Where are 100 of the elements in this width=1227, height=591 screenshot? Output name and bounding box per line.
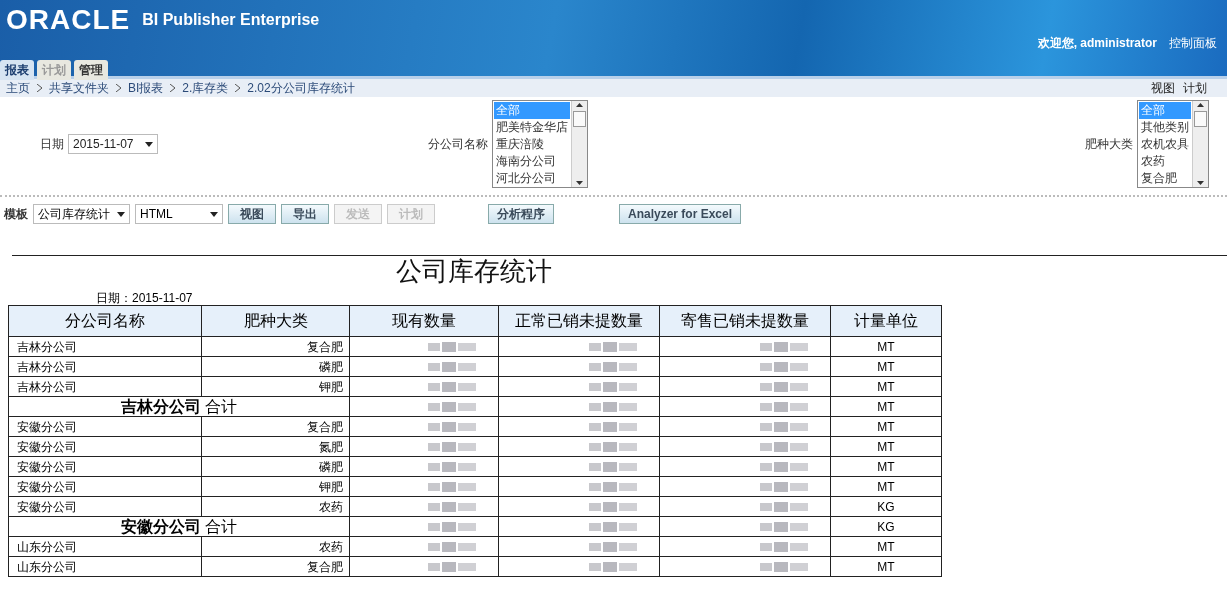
- scroll-down-icon[interactable]: [576, 181, 583, 185]
- table-cell: KG: [830, 496, 942, 517]
- table-cell: 安徽分公司: [8, 416, 202, 437]
- table-cell: 农药: [201, 536, 350, 557]
- chevron-icon: [235, 84, 241, 92]
- redacted-value: [589, 339, 639, 354]
- redacted-value: [428, 459, 478, 474]
- table-cell: 山东分公司: [8, 536, 202, 557]
- table-cell: 复合肥: [201, 416, 350, 437]
- toolbar-button[interactable]: 分析程序: [488, 204, 554, 224]
- scrollbar[interactable]: [1192, 101, 1208, 187]
- list-option[interactable]: 肥美特金华店: [494, 119, 570, 136]
- list-option[interactable]: 复合肥: [1139, 170, 1191, 187]
- chevron-icon: [170, 84, 176, 92]
- redacted-value: [589, 519, 639, 534]
- table-cell: MT: [830, 536, 942, 557]
- toolbar-button[interactable]: 视图: [228, 204, 276, 224]
- column-header: 肥种大类: [201, 305, 350, 337]
- table-cell: MT: [830, 556, 942, 577]
- table-cell: MT: [830, 376, 942, 397]
- table-cell: 复合肥: [201, 336, 350, 357]
- oracle-logo: ORACLE: [6, 6, 131, 34]
- redacted-value: [760, 339, 810, 354]
- redacted-value: [428, 519, 478, 534]
- redacted-value: [428, 499, 478, 514]
- redacted-value: [428, 479, 478, 494]
- table-cell: 山东分公司: [8, 556, 202, 577]
- redacted-value: [760, 439, 810, 454]
- table-cell: MT: [830, 436, 942, 457]
- breadcrumb-link[interactable]: 共享文件夹: [49, 79, 109, 97]
- chevron-icon: [116, 84, 121, 92]
- column-header: 正常已销未提数量: [498, 305, 660, 337]
- scrollbar[interactable]: [571, 101, 587, 187]
- multi-select-list[interactable]: 全部 肥美特金华店 重庆涪陵 海南分公司 河北分公司: [492, 100, 588, 188]
- format-select[interactable]: HTML: [135, 204, 223, 224]
- redacted-value: [760, 499, 810, 514]
- table-cell: 钾肥: [201, 376, 350, 397]
- redacted-value: [589, 359, 639, 374]
- redacted-value: [428, 339, 478, 354]
- redacted-value: [589, 499, 639, 514]
- redacted-value: [428, 439, 478, 454]
- table-cell: MT: [830, 396, 942, 417]
- redacted-value: [589, 439, 639, 454]
- field-label: 肥种大类: [1085, 136, 1133, 153]
- dropdown-arrow-icon: [145, 141, 153, 147]
- table-cell: 安徽分公司: [8, 456, 202, 477]
- date-select[interactable]: 2015-11-07: [68, 134, 158, 154]
- table-cell: 磷肥: [201, 456, 350, 477]
- redacted-value: [428, 399, 478, 414]
- subtotal-label: 吉林分公司 合计: [8, 396, 350, 417]
- redacted-value: [428, 539, 478, 554]
- scroll-up-icon[interactable]: [1197, 103, 1204, 107]
- table-cell: 吉林分公司: [8, 336, 202, 357]
- breadcrumb-link[interactable]: 主页: [6, 79, 30, 97]
- table-cell: 复合肥: [201, 556, 350, 577]
- redacted-value: [589, 459, 639, 474]
- column-header: 寄售已销未提数量: [659, 305, 831, 337]
- nav-tab[interactable]: 管理: [74, 60, 108, 80]
- redacted-value: [428, 359, 478, 374]
- list-option[interactable]: 河北分公司: [494, 170, 570, 187]
- redacted-value: [428, 419, 478, 434]
- list-option[interactable]: 农机农具: [1139, 136, 1191, 153]
- table-cell: 安徽分公司: [8, 436, 202, 457]
- breadcrumb-link[interactable]: BI报表: [128, 79, 164, 97]
- view-link[interactable]: 计划: [1183, 79, 1207, 97]
- scroll-thumb[interactable]: [1194, 111, 1207, 127]
- table-cell: MT: [830, 336, 942, 357]
- redacted-value: [589, 419, 639, 434]
- field-label: 日期: [40, 136, 64, 153]
- dropdown-arrow-icon: [117, 211, 125, 217]
- redacted-value: [760, 399, 810, 414]
- report-title: 公司库存统计: [395, 256, 553, 288]
- view-link[interactable]: 视图: [1151, 79, 1175, 97]
- product-name: BI Publisher Enterprise: [142, 10, 320, 30]
- breadcrumb-link[interactable]: 2.库存类: [182, 79, 229, 97]
- table-cell: MT: [830, 456, 942, 477]
- list-option[interactable]: 重庆涪陵: [494, 136, 570, 153]
- multi-select-list[interactable]: 全部 其他类别 农机农具 农药 复合肥: [1137, 100, 1209, 188]
- scroll-up-icon[interactable]: [576, 103, 583, 107]
- column-header: 计量单位: [830, 305, 942, 337]
- table-cell: 安徽分公司: [8, 496, 202, 517]
- template-select[interactable]: 公司库存统计: [33, 204, 130, 224]
- table-cell: 钾肥: [201, 476, 350, 497]
- chevron-icon: [37, 84, 42, 92]
- scroll-thumb[interactable]: [573, 111, 586, 127]
- toolbar-button[interactable]: Analyzer for Excel: [619, 204, 742, 224]
- redacted-value: [589, 539, 639, 554]
- table-cell: 农药: [201, 496, 350, 517]
- breadcrumb-link[interactable]: 2.02分公司库存统计: [247, 79, 355, 97]
- scroll-down-icon[interactable]: [1197, 181, 1204, 185]
- control-panel-link[interactable]: 控制面板: [1169, 34, 1217, 52]
- redacted-value: [589, 479, 639, 494]
- toolbar-button[interactable]: 导出: [281, 204, 329, 224]
- list-option[interactable]: 农药: [1139, 153, 1191, 170]
- list-option[interactable]: 其他类别: [1139, 119, 1191, 136]
- table-cell: MT: [830, 476, 942, 497]
- table-cell: KG: [830, 516, 942, 537]
- nav-tab[interactable]: 报表: [0, 60, 34, 80]
- redacted-value: [760, 479, 810, 494]
- list-option[interactable]: 海南分公司: [494, 153, 570, 170]
